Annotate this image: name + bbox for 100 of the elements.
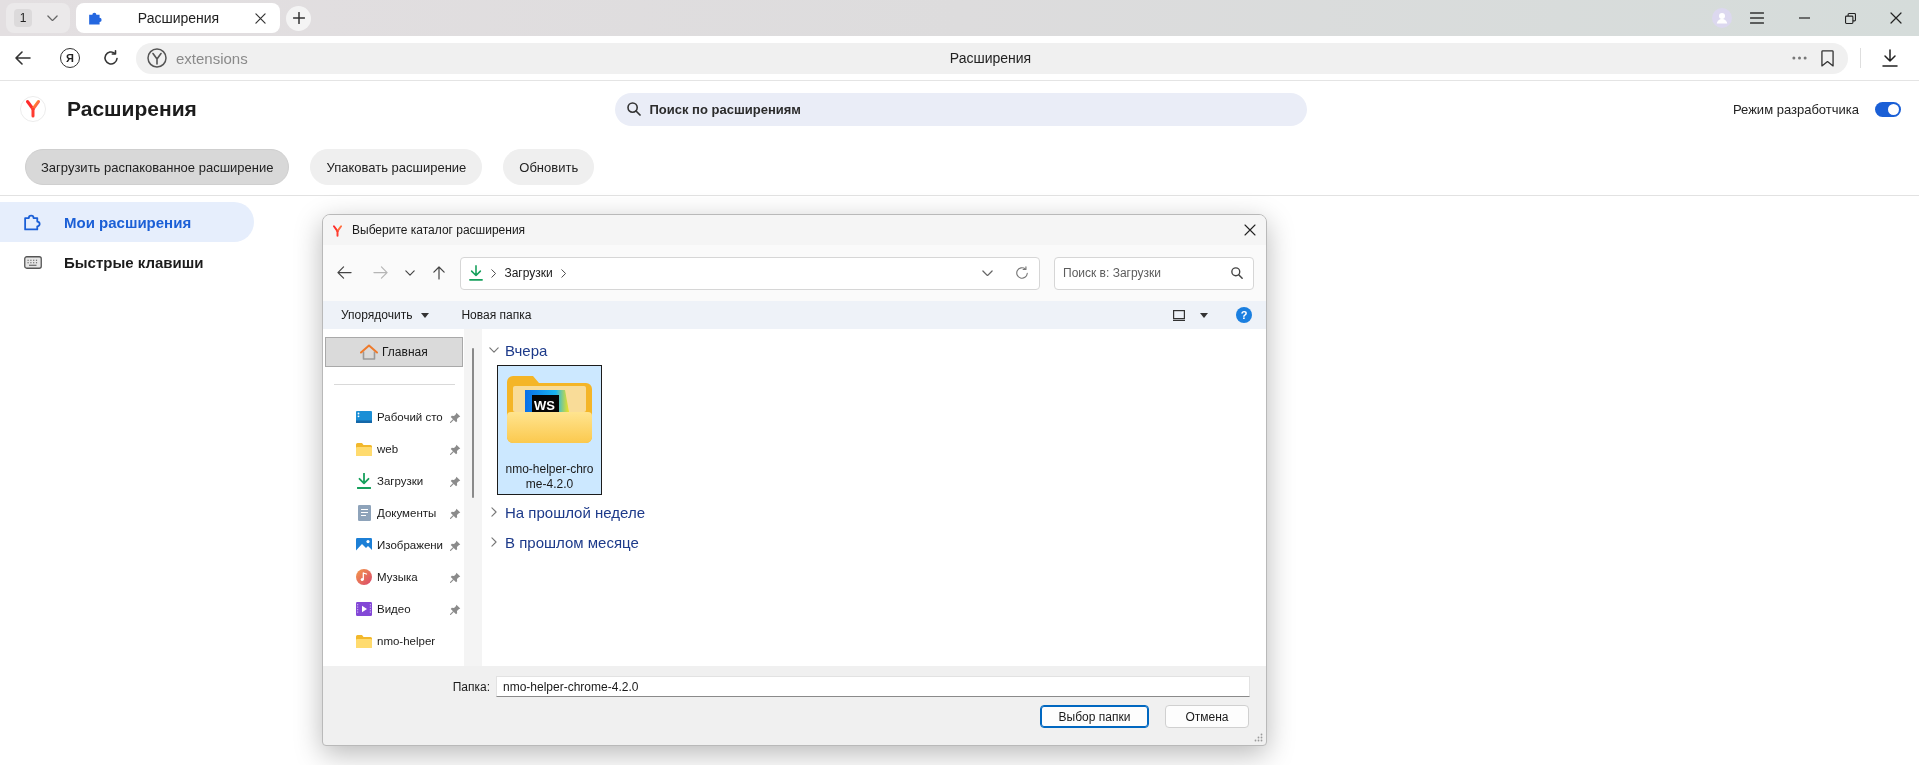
nav-item-label: Видео bbox=[377, 603, 412, 615]
nav-item[interactable]: Изображени bbox=[325, 529, 463, 561]
back-icon[interactable] bbox=[15, 51, 31, 65]
nav-item-label: Загрузки bbox=[377, 475, 425, 487]
caret-icon[interactable] bbox=[1200, 312, 1208, 318]
group-header[interactable]: На прошлой неделе bbox=[489, 500, 1266, 524]
developer-mode-toggle[interactable] bbox=[1875, 101, 1901, 117]
search-field[interactable]: Поиск по расширениям bbox=[614, 92, 1307, 126]
path-field[interactable]: Загрузки bbox=[460, 256, 1040, 290]
chevron-down-icon[interactable] bbox=[47, 14, 58, 22]
group-header[interactable]: В прошлом месяце bbox=[489, 530, 1266, 554]
nav-item[interactable]: Видео bbox=[325, 593, 463, 625]
action-button[interactable]: Обновить bbox=[503, 149, 595, 185]
nav-item-label: Музыка bbox=[377, 571, 419, 583]
nav-item[interactable]: Главная bbox=[325, 337, 463, 367]
sidebar-item[interactable]: Быстрые клавиши bbox=[0, 242, 254, 282]
more-icon[interactable] bbox=[1792, 56, 1807, 60]
nav-item-label: Изображени bbox=[377, 539, 445, 551]
nav-item-label: Документы bbox=[377, 507, 438, 519]
dialog-button[interactable]: Выбор папки bbox=[1040, 705, 1149, 728]
close-icon[interactable] bbox=[255, 12, 266, 24]
browser-tab[interactable]: Расширения bbox=[76, 3, 280, 33]
sidebar-item[interactable]: Мои расширения bbox=[0, 202, 254, 242]
nav-item[interactable]: Рабочий сто bbox=[325, 401, 463, 433]
close-icon[interactable] bbox=[1890, 12, 1902, 24]
desktop-icon bbox=[356, 411, 372, 423]
search-icon bbox=[1231, 267, 1243, 279]
bookmark-icon[interactable] bbox=[1821, 49, 1834, 67]
pin-icon[interactable] bbox=[450, 539, 461, 551]
y-circle-icon bbox=[147, 48, 167, 68]
nav-item-label: Рабочий сто bbox=[377, 411, 444, 423]
close-icon[interactable] bbox=[1244, 224, 1256, 236]
dialog-title: Выберите каталог расширения bbox=[352, 223, 527, 237]
pin-icon[interactable] bbox=[450, 571, 461, 583]
nav-item[interactable]: Музыка bbox=[325, 561, 463, 593]
pin-icon[interactable] bbox=[450, 443, 461, 455]
menu-icon[interactable] bbox=[1749, 12, 1764, 24]
group-title: В прошлом месяце bbox=[505, 533, 639, 551]
folder-item[interactable]: WS nmo-helper-chrome-4.2.0 bbox=[497, 365, 602, 495]
folder-name-field[interactable]: nmo-helper-chrome-4.2.0 bbox=[496, 676, 1250, 697]
pin-icon[interactable] bbox=[450, 507, 461, 519]
logo-icon bbox=[331, 223, 344, 237]
folder-label: Папка: bbox=[452, 679, 490, 694]
group-header[interactable]: Вчера bbox=[489, 338, 1266, 362]
breadcrumb-item[interactable]: Загрузки bbox=[504, 266, 553, 280]
action-button[interactable]: Упаковать расширение bbox=[310, 149, 483, 185]
search-icon bbox=[626, 102, 641, 116]
nav-item[interactable]: Документы bbox=[325, 497, 463, 529]
page-title: Расширения bbox=[949, 50, 1032, 66]
group-title: На прошлой неделе bbox=[505, 503, 645, 521]
minimize-icon[interactable] bbox=[1798, 17, 1810, 19]
group-title: Вчера bbox=[505, 341, 548, 359]
folder-icon bbox=[356, 634, 372, 648]
nav-item[interactable]: nmo-helper bbox=[325, 625, 463, 657]
plus-icon bbox=[292, 12, 305, 24]
reload-icon[interactable] bbox=[103, 50, 119, 66]
organize-button[interactable]: Упорядочить bbox=[337, 303, 434, 327]
download-icon bbox=[357, 473, 371, 489]
download-icon[interactable] bbox=[1882, 49, 1898, 67]
up-icon[interactable] bbox=[432, 266, 445, 280]
caret-icon[interactable] bbox=[421, 312, 430, 318]
page-heading: Расширения bbox=[67, 97, 197, 121]
back-icon[interactable] bbox=[336, 266, 352, 280]
new-folder-button[interactable]: Новая папка bbox=[457, 303, 536, 327]
search-field[interactable]: Поиск в: Загрузки bbox=[1054, 256, 1254, 290]
puzzle-icon bbox=[88, 11, 102, 25]
download-icon bbox=[469, 265, 483, 281]
ya-button[interactable]: Я bbox=[60, 48, 80, 68]
pin-icon[interactable] bbox=[450, 411, 461, 423]
help-button[interactable]: ? bbox=[1236, 307, 1252, 323]
view-icon[interactable] bbox=[1173, 309, 1185, 321]
badge-text: WS bbox=[534, 397, 555, 413]
restore-icon[interactable] bbox=[1844, 12, 1856, 24]
chevron-right-icon bbox=[560, 268, 567, 278]
chevron-down-icon[interactable] bbox=[982, 269, 993, 277]
url-text: extensions bbox=[176, 49, 248, 67]
address-field[interactable]: extensions Расширения bbox=[136, 42, 1848, 74]
chevron-right-icon bbox=[491, 268, 497, 278]
action-button[interactable]: Загрузить распакованное расширение bbox=[25, 149, 290, 185]
nav-item-label: nmo-helper bbox=[377, 635, 437, 647]
chevron-down-icon[interactable] bbox=[404, 270, 415, 276]
developer-mode-label: Режим разработчика bbox=[1733, 101, 1859, 117]
home-icon bbox=[360, 344, 378, 360]
nav-item[interactable]: Загрузки bbox=[325, 465, 463, 497]
nav-item[interactable]: web bbox=[325, 433, 463, 465]
tab-counter-button[interactable]: 1 bbox=[14, 9, 32, 27]
scrollbar-thumb[interactable] bbox=[472, 348, 474, 498]
document-icon bbox=[357, 505, 371, 521]
resize-grip-icon[interactable] bbox=[1254, 733, 1263, 742]
picture-icon bbox=[356, 538, 372, 552]
logo-icon bbox=[20, 96, 46, 122]
nav-item-label: web bbox=[377, 443, 400, 455]
folder-icon bbox=[356, 442, 372, 456]
music-icon bbox=[356, 569, 372, 585]
dialog-button[interactable]: Отмена bbox=[1165, 705, 1249, 728]
pin-icon[interactable] bbox=[450, 475, 461, 487]
video-icon bbox=[356, 602, 372, 616]
new-tab-button[interactable] bbox=[286, 5, 311, 31]
puzzle-icon bbox=[24, 213, 42, 231]
pin-icon[interactable] bbox=[450, 603, 461, 615]
